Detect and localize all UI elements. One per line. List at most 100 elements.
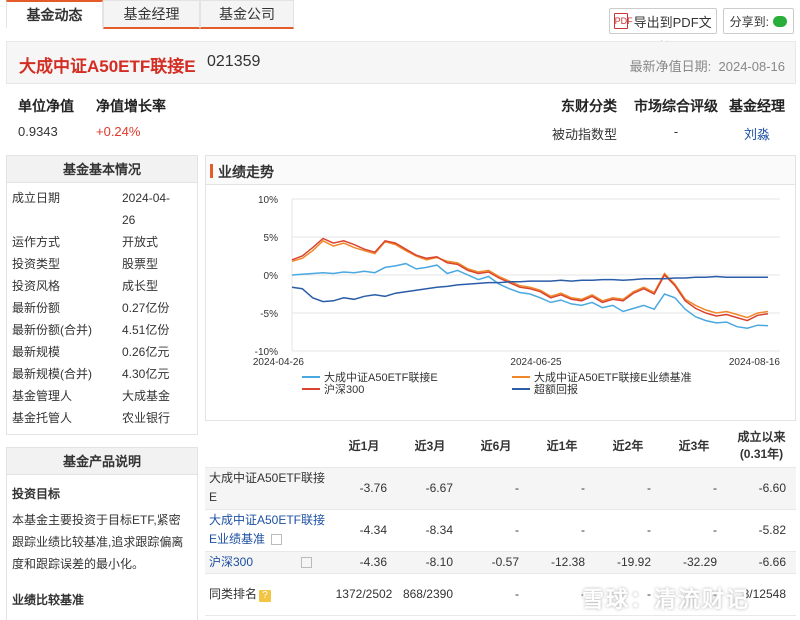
manager-link[interactable]: 刘淼: [724, 124, 790, 143]
cell: -: [529, 467, 595, 510]
edit-icon[interactable]: [301, 556, 313, 568]
row-name-cell: 同类排名?: [205, 573, 331, 616]
x-tick-label: 2024-04-26: [253, 357, 305, 368]
header-1y: 近1年: [529, 426, 595, 468]
header-2y: 近2年: [595, 426, 661, 468]
cell: -6.60: [727, 467, 796, 510]
product-desc: 投资目标 本基金主要投资于目标ETF,紧密跟踪业绩比较基准,追求跟踪偏离度和跟踪…: [7, 485, 197, 609]
rating-value: -: [673, 124, 679, 139]
edit-icon[interactable]: [271, 534, 283, 546]
info-key: 投资类型: [12, 257, 61, 271]
info-row: 最新规模(合并) 4.30亿元: [7, 363, 197, 385]
table-header-row: 近1月 近3月 近6月 近1年 近2年 近3年 成立以来 (0.31年): [205, 426, 796, 468]
info-row: 最新规模 0.26亿元: [7, 341, 197, 363]
cell: -8.10: [397, 551, 463, 574]
cell: -6.67: [397, 467, 463, 510]
cell: -19.92: [595, 551, 661, 574]
basic-info-title: 基金基本情况: [7, 156, 197, 183]
x-tick-label: 2024-06-25: [510, 357, 562, 368]
header-since-line1: 成立以来: [737, 430, 786, 445]
cell: -3.76: [331, 467, 397, 510]
cell: -: [595, 467, 661, 510]
header-3m: 近3月: [397, 426, 463, 468]
row-name-cell: 沪深300: [205, 551, 331, 574]
row-name: 大成中证A50ETF联接E: [205, 467, 331, 510]
tab-fund-manager[interactable]: 基金经理: [103, 0, 200, 29]
legend-label: 沪深300: [324, 382, 364, 396]
table-row: 沪深300 -4.36 -8.10 -0.57 -12.38 -19.92 -3…: [205, 551, 796, 574]
info-key: 最新份额(合并): [12, 323, 92, 337]
legend-label: 超额回报: [534, 382, 578, 396]
title-accent: [210, 164, 213, 178]
category-stat: 东财分类 被动指数型: [552, 96, 617, 143]
benchmark-heading: 业绩比较基准: [12, 593, 85, 607]
table-row: 大成中证A50ETF联接E -3.76 -6.67 - - - - -6.60: [205, 467, 796, 510]
fund-tabs: 基金动态 基金经理 基金公司: [6, 0, 294, 29]
header-since-inception: 成立以来 (0.31年): [727, 426, 796, 468]
cell: -: [463, 573, 529, 616]
tab-fund-news[interactable]: 基金动态: [6, 0, 103, 29]
latest-nav-date-label: 最新净值日期:: [629, 59, 712, 74]
table-row: 大成中证A50ETF联接E业绩基准 -4.34 -8.34 - - - - -5…: [205, 509, 796, 552]
manager-label: 基金经理: [729, 98, 785, 114]
cell: -: [661, 467, 727, 510]
fund-stats: 单位净值 0.9343 净值增长率 +0.24% 东财分类 被动指数型 市场综合…: [6, 88, 796, 146]
info-value: 股票型: [122, 257, 159, 271]
watermark: 雪球：清流财记: [582, 587, 751, 612]
product-panel: 基金产品说明 投资目标 本基金主要投资于目标ETF,紧密跟踪业绩比较基准,追求跟…: [6, 447, 198, 620]
cell: 868/2390: [397, 573, 463, 616]
info-row: 基金管理人 大成基金: [7, 385, 197, 407]
cell: -0.57: [463, 551, 529, 574]
info-row: 基金托管人 农业银行: [7, 407, 197, 429]
performance-chart[interactable]: 10%5%0%-5%-10%2024-04-26 2024-06-25 2024-0…: [206, 185, 797, 421]
cell: -5.82: [727, 509, 796, 552]
info-key: 最新规模(合并): [12, 367, 92, 381]
chart-title-bar: 业绩走势: [206, 156, 795, 185]
info-row: 运作方式 开放式: [7, 231, 197, 253]
info-row: 投资类型 股票型: [7, 253, 197, 275]
fund-name[interactable]: 大成中证A50ETF联接E: [19, 52, 196, 77]
cell: -32.29: [661, 551, 727, 574]
wechat-icon[interactable]: [773, 15, 787, 27]
tab-fund-company[interactable]: 基金公司: [200, 0, 294, 29]
benchmark-link[interactable]: 大成中证A50ETF联接E业绩基准: [209, 513, 325, 546]
pdf-icon: PDF: [613, 13, 633, 29]
cell: 1372/2502: [331, 573, 397, 616]
info-row: 最新份额(合并) 4.51亿份: [7, 319, 197, 341]
performance-chart-panel: 业绩走势 10% 5% 0% -5% -10% 2024-04-26 2024-06-25 2…: [205, 155, 796, 421]
info-value: 开放式: [122, 235, 159, 249]
product-title: 基金产品说明: [7, 448, 197, 475]
info-row: 最新份额 0.27亿份: [7, 297, 197, 319]
rating-stat: 市场综合评级 -: [633, 96, 719, 139]
latest-nav-date: 最新净值日期: 2024-08-16: [630, 56, 785, 75]
series-line: [291, 239, 769, 319]
cell: -: [595, 509, 661, 552]
info-key: 运作方式: [12, 235, 61, 249]
header-3y: 近3年: [661, 426, 727, 468]
info-value: 2024-04-: [122, 191, 171, 205]
info-value: 大成基金: [122, 389, 171, 403]
info-key: 基金管理人: [12, 389, 73, 403]
cell: -4.36: [331, 551, 397, 574]
info-row: 成立日期 2024-04-: [7, 187, 197, 209]
info-value: 成长型: [122, 279, 159, 293]
manager-stat: 基金经理 刘淼: [724, 96, 790, 143]
export-pdf-button[interactable]: PDF 导出到PDF文: [608, 8, 717, 34]
objective-heading: 投资目标: [12, 487, 61, 501]
category-value: 被动指数型: [552, 127, 618, 142]
cell: -6.66: [727, 551, 796, 574]
info-value: 4.30亿元: [122, 367, 170, 381]
chart-title: 业绩走势: [218, 164, 274, 180]
rank-label: 同类排名: [209, 586, 258, 601]
cell: -: [529, 509, 595, 552]
help-icon[interactable]: ?: [259, 589, 272, 602]
hs300-link[interactable]: 沪深300: [209, 555, 253, 569]
x-tick-label: 2024-08-16: [729, 357, 781, 368]
cell: -: [463, 467, 529, 510]
nav-label: 单位净值: [18, 98, 74, 114]
share-button[interactable]: 分享到:: [722, 8, 794, 34]
export-pdf-label: 导出到PDF文: [633, 14, 712, 30]
objective-text: 本基金主要投资于目标ETF,紧密跟踪业绩比较基准,追求跟踪偏离度和跟踪误差的最小…: [12, 513, 184, 571]
header-name: [205, 426, 331, 468]
header-6m: 近6月: [463, 426, 529, 468]
